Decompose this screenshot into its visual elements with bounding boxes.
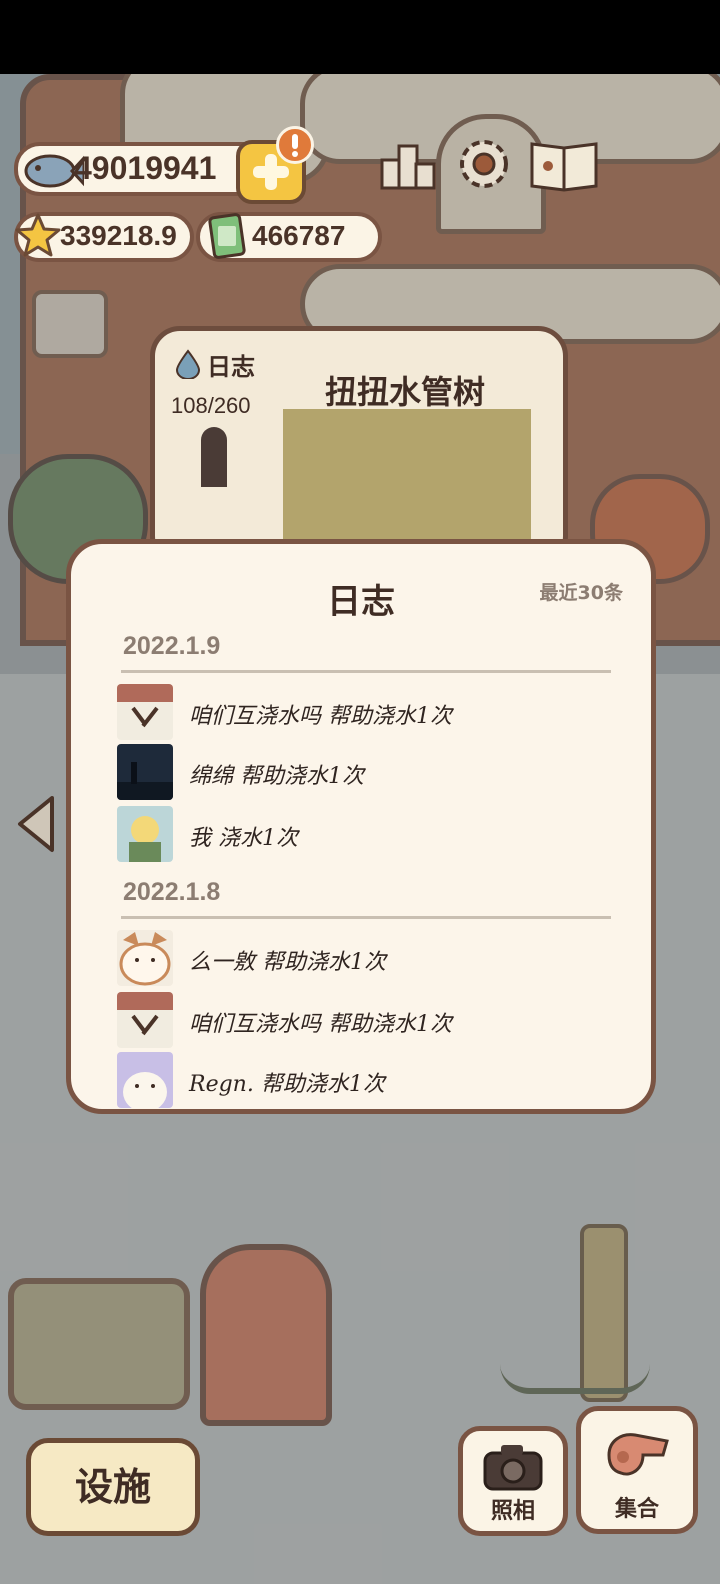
log-entry-text: Regn. 帮助浇水1次 (189, 1072, 385, 1097)
fish-count: 49019941 (74, 150, 217, 186)
star-icon (14, 212, 62, 264)
log-entry: Regn. 帮助浇水1次 (117, 1052, 617, 1108)
log-entry: 绵绵 帮助浇水1次 (117, 744, 617, 800)
date-divider (121, 916, 611, 919)
notification-badge (276, 126, 314, 164)
water-drop-icon (175, 349, 201, 383)
log-entry: 咱们互浇水吗 帮助浇水1次 (117, 992, 617, 1048)
podium-icon (380, 144, 436, 190)
avatar (117, 930, 173, 986)
journal-label: 日志 (207, 353, 255, 381)
photo-button[interactable]: 照相 (458, 1426, 568, 1536)
camera-icon (481, 1441, 545, 1497)
gather-label: 集合 (614, 1497, 659, 1522)
book-icon (530, 142, 598, 192)
cash-count: 466787 (252, 220, 346, 251)
progress-gauge (201, 427, 227, 487)
date-divider (121, 670, 611, 673)
log-entry: 我 浇水1次 (117, 806, 617, 862)
date-heading: 2022.1.9 (123, 632, 221, 660)
log-entry-text: 咱们互浇水吗 帮助浇水1次 (189, 1012, 452, 1037)
log-entry-text: 我 浇水1次 (189, 826, 298, 851)
whistle-icon (603, 1425, 673, 1485)
gather-button[interactable]: 集合 (576, 1406, 698, 1534)
leaderboard-button[interactable] (378, 140, 438, 192)
chevron-left-icon (18, 796, 54, 852)
star-count: 339218.9 (60, 220, 177, 251)
avatar (117, 1052, 173, 1108)
log-entry-text: 么一敫 帮助浇水1次 (189, 950, 386, 975)
date-heading: 2022.1.8 (123, 878, 221, 906)
avatar (117, 684, 173, 740)
avatar (117, 992, 173, 1048)
log-entry: 么一敫 帮助浇水1次 (117, 930, 617, 986)
log-entry-text: 咱们互浇水吗 帮助浇水1次 (189, 704, 452, 729)
log-entry: 咱们互浇水吗 帮助浇水1次 (117, 684, 617, 740)
facilities-button[interactable]: 设施 (26, 1438, 200, 1536)
photo-label: 照相 (490, 1499, 535, 1524)
avatar (117, 806, 173, 862)
settings-button[interactable] (452, 132, 516, 196)
facilities-label: 设施 (74, 1465, 151, 1509)
cash-icon (206, 212, 248, 264)
log-modal: 日志 最近30条 2022.1.9 咱们互浇水吗 帮助浇水1次 绵绵 帮助浇水1… (66, 539, 656, 1114)
avatar (117, 744, 173, 800)
gear-icon (460, 140, 508, 188)
tree-preview (283, 409, 531, 539)
exclamation-icon (292, 134, 298, 157)
log-entry-text: 绵绵 帮助浇水1次 (189, 764, 364, 789)
cash-currency: 466787 (196, 212, 382, 262)
tree-card: 日志 108/260 扭扭水管树 (150, 326, 568, 566)
previous-arrow-button[interactable] (14, 794, 58, 854)
recent-count-label: 最近30条 (539, 582, 623, 604)
paw-book-button[interactable] (528, 136, 600, 192)
star-currency: 339218.9 (14, 212, 194, 262)
watering-progress: 108/260 (171, 393, 251, 418)
tree-name: 扭扭水管树 (325, 373, 486, 411)
